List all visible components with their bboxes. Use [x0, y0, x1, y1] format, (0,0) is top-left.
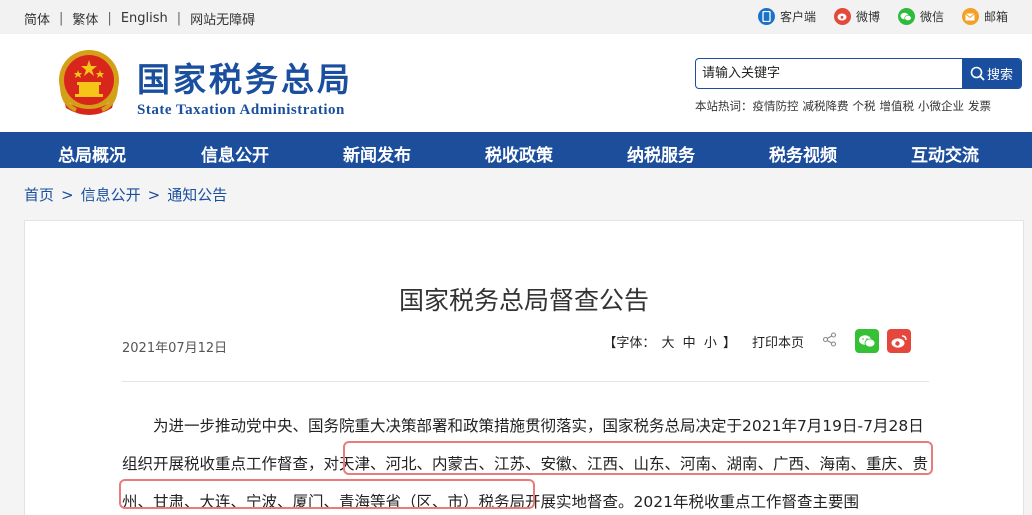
hot-words: 本站热词： 疫情防控 减税降费 个税 增值税 小微企业 发票 [695, 98, 991, 114]
main-nav: 总局概况 信息公开 新闻发布 税收政策 纳税服务 税务视频 互动交流 [0, 132, 1032, 168]
font-size-large[interactable]: 大 [662, 336, 675, 351]
hot-word[interactable]: 减税降费 [803, 98, 849, 114]
lang-separator: | [176, 11, 182, 26]
mail-link[interactable]: 邮箱 [961, 8, 1008, 25]
site-logo-english[interactable]: State Taxation Administration [137, 102, 345, 119]
search-box: 搜索 [695, 58, 1022, 89]
client-link[interactable]: 客户端 [757, 8, 816, 25]
nav-item-tax-video[interactable]: 税务视频 [769, 141, 837, 166]
accessibility-link[interactable]: 网站无障碍 [190, 9, 255, 28]
nav-item-tax-service[interactable]: 纳税服务 [627, 141, 695, 166]
weibo-icon [833, 8, 851, 25]
site-logo-chinese[interactable]: 国家税务总局 [137, 62, 353, 98]
nav-item-overview[interactable]: 总局概况 [58, 141, 126, 166]
highlight-box [343, 441, 933, 475]
breadcrumb-notices[interactable]: 通知公告 [167, 184, 227, 205]
weibo-label: 微博 [855, 10, 880, 24]
site-header: 国家税务总局 State Taxation Administration 搜索 … [0, 34, 1032, 132]
hot-word[interactable]: 增值税 [880, 98, 915, 114]
search-button[interactable]: 搜索 [962, 59, 1021, 88]
article-card: 国家税务总局督查公告 2021年07月12日 【字体： 大 中 小 】 打印本页… [24, 220, 1024, 515]
body-text-continued: 税务局开展实地督查。2021年税收重点工作督查主要围 [478, 493, 859, 511]
nav-item-info-disclosure[interactable]: 信息公开 [201, 141, 269, 166]
font-size-label-open: 【字体： [603, 335, 656, 351]
font-size-small[interactable]: 小 [704, 336, 717, 351]
wechat-link[interactable]: 微信 [897, 8, 944, 25]
wechat-label: 微信 [919, 10, 944, 24]
search-button-label: 搜索 [986, 68, 1013, 83]
search-input[interactable] [696, 59, 962, 88]
article-tools: 【字体： 大 中 小 】 打印本页 [603, 329, 911, 353]
nav-item-news[interactable]: 新闻发布 [343, 141, 411, 166]
breadcrumb: 首页 > 信息公开 > 通知公告 [24, 184, 227, 205]
mail-label: 邮箱 [983, 10, 1008, 24]
lang-separator: | [59, 11, 64, 26]
breadcrumb-separator: > [147, 185, 161, 204]
nav-item-tax-policy[interactable]: 税收政策 [485, 141, 553, 166]
breadcrumb-separator: > [61, 185, 74, 204]
font-size-control: 【字体： 大 中 小 】 [603, 332, 736, 351]
breadcrumb-home[interactable]: 首页 [24, 184, 54, 205]
print-button[interactable]: 打印本页 [752, 332, 804, 351]
share-icon[interactable] [822, 331, 837, 351]
client-label: 客户端 [779, 10, 816, 24]
mail-icon [961, 8, 979, 25]
nav-item-interaction[interactable]: 互动交流 [911, 141, 979, 166]
hot-word[interactable]: 疫情防控 [753, 98, 799, 114]
language-switcher: 简体 | 繁体 | English | 网站无障碍 [24, 9, 255, 28]
article-title: 国家税务总局督查公告 [398, 286, 649, 315]
font-size-medium[interactable]: 中 [683, 336, 696, 351]
hot-word[interactable]: 发票 [968, 98, 991, 114]
lang-separator: | [107, 11, 112, 26]
wechat-share-icon[interactable] [855, 329, 879, 353]
wechat-icon [897, 8, 915, 25]
hot-word[interactable]: 个税 [853, 98, 876, 114]
mobile-client-icon [757, 8, 775, 25]
search-icon [970, 66, 985, 81]
article-divider [122, 381, 929, 382]
lang-simplified[interactable]: 简体 [24, 9, 50, 28]
weibo-share-icon[interactable] [887, 329, 911, 353]
social-links: 客户端 微博 微信 邮箱 [740, 8, 1008, 25]
national-emblem-icon[interactable] [56, 48, 122, 118]
font-size-label-close: 】 [722, 335, 736, 351]
article-date: 2021年07月12日 [122, 341, 228, 356]
highlight-box [119, 479, 535, 509]
breadcrumb-info-disclosure[interactable]: 信息公开 [81, 184, 141, 205]
top-bar: 简体 | 繁体 | English | 网站无障碍 客户端 微博 微信 邮箱 [0, 0, 1032, 34]
lang-english[interactable]: English [121, 11, 168, 26]
hot-words-label: 本站热词： [695, 99, 753, 113]
lang-traditional[interactable]: 繁体 [72, 9, 98, 28]
hot-word[interactable]: 小微企业 [918, 98, 964, 114]
weibo-link[interactable]: 微博 [833, 8, 880, 25]
